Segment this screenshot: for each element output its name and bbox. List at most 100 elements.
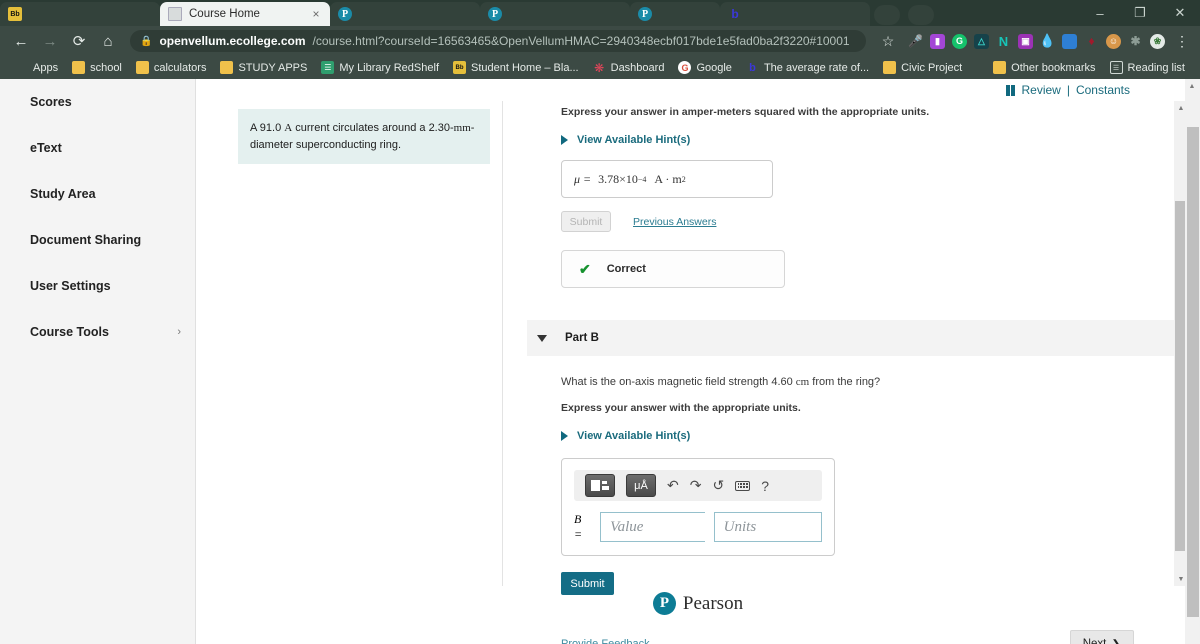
other-bookmarks-button[interactable]: Other bookmarks [986, 61, 1102, 74]
microphone-icon[interactable]: 🎤 [908, 34, 923, 49]
reading-list-button[interactable]: ☰ Reading list [1103, 61, 1192, 74]
correct-label: Correct [606, 263, 646, 275]
review-constants-link[interactable]: Review | Constants [1005, 83, 1130, 97]
part-b-header[interactable]: Part B [527, 320, 1174, 356]
part-b-hint-toggle[interactable]: View Available Hint(s) [561, 430, 1160, 442]
puzzle-piece-icon[interactable]: ✱ [1128, 34, 1143, 49]
tab-pearson-2[interactable]: P [480, 2, 630, 26]
part-a-hint-label[interactable]: View Available Hint(s) [577, 134, 690, 146]
bookmark-student-home[interactable]: Bb Student Home – Bla... [446, 61, 586, 74]
sidebar-item-etext[interactable]: eText [0, 125, 195, 171]
review-constants-bar: Review | Constants [196, 79, 1200, 101]
undo-icon[interactable]: ↶ [667, 477, 679, 494]
teal-extension-icon[interactable]: △ [974, 33, 989, 49]
triangle-right-icon [561, 431, 568, 441]
template-icon[interactable] [585, 474, 615, 497]
question-pre: What is the on-axis magnetic field stren… [561, 376, 796, 388]
scroll-up-icon[interactable]: ▲ [1185, 79, 1199, 93]
pearson-icon: P [338, 7, 352, 21]
blackboard-icon: Bb [453, 61, 466, 74]
bookmark-average-rate[interactable]: b The average rate of... [739, 61, 876, 74]
review-label[interactable]: Review [1021, 83, 1060, 97]
tab-pearson-1[interactable]: P [330, 2, 480, 26]
water-drop-icon[interactable]: 💧 [1039, 33, 1055, 49]
bookmark-redshelf[interactable]: ☰ My Library RedShelf [314, 61, 446, 74]
home-icon[interactable]: ⌂ [95, 28, 121, 54]
page-scrollbar-thumb[interactable] [1187, 127, 1199, 617]
part-a-button-row: Submit Previous Answers [561, 211, 1160, 232]
sidebar-item-scores[interactable]: Scores [0, 79, 195, 125]
sidebar-item-course-tools[interactable]: Course Tools › [0, 309, 195, 355]
folder-icon [72, 61, 86, 74]
tab-pearson-3[interactable]: P [630, 2, 720, 26]
part-a-instruction: Express your answer in amper-meters squa… [561, 106, 930, 118]
bookmark-civic-project[interactable]: Civic Project [876, 61, 969, 74]
next-button[interactable]: Next ❯ [1069, 630, 1134, 644]
part-b-hint-label[interactable]: View Available Hint(s) [577, 430, 690, 442]
grammarly-icon[interactable]: G [952, 33, 967, 49]
bookmark-label: Student Home – Bla... [471, 61, 579, 74]
avatar-extension-icon[interactable]: ☺ [1106, 33, 1121, 49]
redo-icon[interactable]: ↷ [690, 477, 702, 494]
constants-label[interactable]: Constants [1076, 83, 1130, 97]
reading-list-icon: ☰ [1109, 61, 1123, 74]
notion-icon[interactable]: N [996, 34, 1011, 49]
main-content: Review | Constants A 91.0 A current circ… [196, 79, 1200, 644]
part-a-answer-field[interactable]: μ = 3.78×10 −4 A · m2 [561, 160, 773, 198]
office-icon[interactable]: ▣ [1018, 33, 1033, 49]
keyboard-icon[interactable] [735, 480, 751, 491]
bookmark-calculators[interactable]: calculators [129, 61, 214, 74]
back-icon[interactable]: ← [8, 28, 34, 54]
bookmark-dashboard[interactable]: ❋ Dashboard [586, 61, 672, 75]
problem-text-middle: current circulates around a 2.30- [292, 122, 454, 134]
part-b-question: What is the on-axis magnetic field stren… [561, 376, 1160, 388]
tab-course-home[interactable]: Course Home × [160, 2, 330, 26]
maximize-button[interactable]: ❐ [1120, 0, 1160, 26]
triangle-down-icon[interactable] [537, 334, 547, 342]
bookmark-school[interactable]: school [65, 61, 129, 74]
pearson-icon: P [488, 7, 502, 21]
value-input[interactable]: Value [600, 512, 705, 542]
lock-icon: 🔒 [140, 35, 153, 47]
sidebar-item-study-area[interactable]: Study Area [0, 171, 195, 217]
browser-window: Bb Course Home × P P P b – ❐ ✕ ← → ⟳ ⌂ 🔒… [0, 0, 1200, 644]
sidebar-item-label: Course Tools [30, 325, 109, 339]
tab-partial-2[interactable] [904, 2, 938, 26]
tab-bing[interactable]: b [720, 2, 870, 26]
bookmark-label: The average rate of... [763, 61, 870, 74]
sidebar-item-user-settings[interactable]: User Settings [0, 263, 195, 309]
close-icon[interactable]: × [310, 7, 322, 21]
provide-feedback-link[interactable]: Provide Feedback [561, 638, 650, 644]
bookmark-label: Apps [33, 61, 59, 74]
bookmark-study-apps[interactable]: STUDY APPS [213, 61, 314, 74]
part-b-submit-button[interactable]: Submit [561, 572, 614, 595]
problem-statement: A 91.0 A current circulates around a 2.3… [238, 109, 490, 164]
page-scrollbar[interactable]: ▲ [1185, 79, 1200, 644]
address-bar[interactable]: 🔒 openvellum.ecollege.com/course.html?co… [130, 30, 866, 52]
minimize-button[interactable]: – [1080, 0, 1120, 26]
help-icon[interactable]: ? [761, 478, 769, 494]
tab-blackboard[interactable]: Bb [0, 2, 160, 26]
reload-icon[interactable]: ⟳ [66, 28, 92, 54]
units-input[interactable]: Units [713, 512, 822, 542]
bing-icon: b [749, 61, 756, 74]
bookmark-apps[interactable]: Apps [8, 61, 65, 74]
equation-toolbar: μÅ ↶ ↷ ↺ ? [574, 470, 822, 501]
pocket-icon[interactable]: ♦ [1084, 34, 1099, 49]
blue-window-icon[interactable] [1062, 33, 1077, 49]
sidebar-item-document-sharing[interactable]: Document Sharing [0, 217, 195, 263]
tab-partial-1[interactable] [870, 2, 904, 26]
units-icon[interactable]: μÅ [626, 474, 656, 497]
bookmarks-bar: Apps school calculators STUDY APPS ☰ My … [0, 56, 1200, 79]
part-a-hint-toggle[interactable]: View Available Hint(s) [561, 134, 1160, 146]
close-window-button[interactable]: ✕ [1160, 0, 1200, 26]
bookmark-star-icon[interactable]: ☆ [875, 28, 901, 54]
profile-avatar-icon[interactable]: ❀ [1150, 33, 1165, 49]
reset-icon[interactable]: ↺ [712, 477, 724, 494]
sidebar-item-label: Document Sharing [30, 233, 142, 247]
previous-answers-link[interactable]: Previous Answers [633, 216, 716, 228]
forward-icon[interactable]: → [37, 28, 63, 54]
purple-extension-icon[interactable]: ▮ [930, 33, 945, 49]
chrome-menu-icon[interactable]: ⋮ [1172, 33, 1192, 50]
bookmark-google[interactable]: G Google [671, 61, 738, 74]
